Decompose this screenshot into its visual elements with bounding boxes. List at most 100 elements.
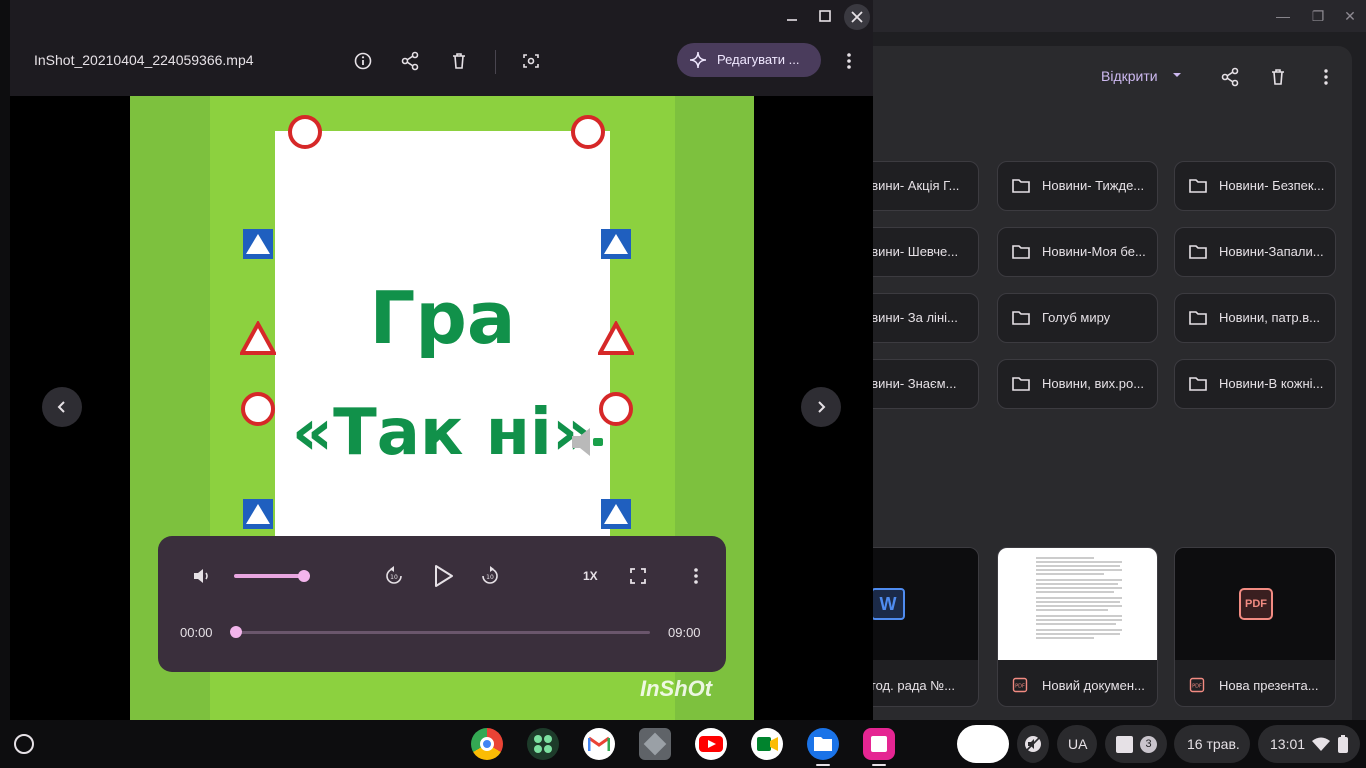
- restore-icon[interactable]: ❐: [1308, 6, 1328, 26]
- maximize-icon[interactable]: [817, 8, 833, 24]
- notification-count: 3: [1140, 736, 1157, 753]
- inshot-watermark: InShOt: [640, 676, 713, 701]
- play-store-icon[interactable]: [527, 728, 559, 760]
- file-thumbnail: [998, 548, 1157, 660]
- seek-bar-track[interactable]: [236, 631, 650, 634]
- folder-tile[interactable]: овини- Акція Г...: [863, 161, 979, 211]
- more-vert-icon[interactable]: [838, 50, 860, 72]
- clock: 13:01: [1270, 736, 1306, 752]
- pdf-file-icon: PDF: [1189, 677, 1205, 693]
- folder-tile[interactable]: овини- Знаєм...: [863, 359, 979, 409]
- meet-icon[interactable]: [751, 728, 783, 760]
- header-divider: [495, 50, 496, 74]
- folder-label: Новини- Тижде...: [1042, 178, 1145, 193]
- folder-label: Новини, вих.ро...: [1042, 376, 1145, 391]
- document-preview-icon: [1036, 557, 1122, 639]
- svg-text:10: 10: [390, 574, 398, 581]
- crosswalk-sign-icon: [601, 229, 631, 259]
- pdf-file-icon: PDF: [1012, 677, 1028, 693]
- folder-label: Новини, патр.в...: [1219, 310, 1320, 325]
- road-sign-icon: [288, 115, 322, 149]
- muted-speaker-icon: [572, 428, 603, 456]
- file-card[interactable]: PDF PDF Нова презента...: [1174, 547, 1336, 707]
- mute-status-button[interactable]: [1017, 725, 1049, 763]
- file-label: етод. рада №...: [863, 678, 956, 693]
- playback-speed-button[interactable]: 1X: [583, 569, 598, 583]
- minimize-icon[interactable]: —: [1273, 6, 1293, 26]
- holding-space-button[interactable]: [957, 725, 1009, 763]
- status-area-button[interactable]: 13:01: [1258, 725, 1360, 763]
- chevron-down-icon[interactable]: [1172, 70, 1182, 80]
- minimize-icon[interactable]: [784, 8, 800, 24]
- folder-icon: [1189, 179, 1207, 193]
- fullscreen-icon[interactable]: [627, 565, 649, 587]
- chevron-right-icon: [818, 401, 826, 413]
- more-vert-icon[interactable]: [685, 565, 707, 587]
- svg-text:10: 10: [486, 574, 494, 581]
- volume-slider-handle[interactable]: [298, 570, 310, 582]
- file-card[interactable]: W етод. рада №...: [863, 547, 979, 707]
- file-label: Новий докумен...: [1042, 678, 1145, 693]
- folder-tile[interactable]: Новини-В кожні...: [1174, 359, 1336, 409]
- shelf: UA 3 16 трав. 13:01: [0, 720, 1366, 768]
- folder-tile[interactable]: овини- За ліні...: [863, 293, 979, 343]
- file-name: InShot_20210404_224059366.mp4: [34, 52, 254, 68]
- gmail-icon[interactable]: [583, 728, 615, 760]
- close-icon[interactable]: ✕: [1340, 6, 1360, 26]
- running-indicator: [872, 764, 886, 766]
- open-with-button[interactable]: Відкрити: [1101, 68, 1158, 84]
- share-icon[interactable]: [399, 50, 421, 72]
- file-card[interactable]: PDF Новий докумен...: [997, 547, 1158, 707]
- next-button[interactable]: [801, 387, 841, 427]
- input-method-button[interactable]: UA: [1057, 725, 1097, 763]
- warning-sign-icon: [598, 321, 634, 355]
- notification-button[interactable]: 3: [1105, 725, 1167, 763]
- folder-icon: [1012, 311, 1030, 325]
- youtube-icon[interactable]: [695, 728, 727, 760]
- info-icon[interactable]: [352, 50, 374, 72]
- files-icon[interactable]: [807, 728, 839, 760]
- folder-icon: [1012, 377, 1030, 391]
- share-icon[interactable]: [1220, 67, 1240, 87]
- crosswalk-sign-icon: [243, 499, 273, 529]
- launcher-button[interactable]: [14, 734, 34, 754]
- folder-label: Новини-Моя бе...: [1042, 244, 1146, 259]
- edit-button[interactable]: Редагувати ...: [677, 43, 821, 77]
- crosswalk-sign-icon: [601, 499, 631, 529]
- folder-tile[interactable]: Новини- Безпек...: [1174, 161, 1336, 211]
- player-titlebar: [10, 0, 873, 32]
- rewind-10-icon[interactable]: 10: [383, 565, 405, 587]
- delete-icon[interactable]: [448, 50, 470, 72]
- folder-tile[interactable]: Голуб миру: [997, 293, 1158, 343]
- playback-controls: 10 10 1X 00:00 09:00: [158, 536, 726, 672]
- volume-slider-track[interactable]: [234, 574, 304, 578]
- delete-icon[interactable]: [1268, 67, 1288, 87]
- wifi-icon: [1312, 737, 1330, 751]
- more-vert-icon[interactable]: [1316, 67, 1336, 87]
- seek-bar-handle[interactable]: [230, 626, 242, 638]
- folder-tile[interactable]: Новини-Запали...: [1174, 227, 1336, 277]
- folder-label: Новини- Безпек...: [1219, 178, 1325, 193]
- folder-tile[interactable]: Новини, патр.в...: [1174, 293, 1336, 343]
- jamboard-icon[interactable]: [863, 728, 895, 760]
- total-time: 09:00: [668, 625, 701, 640]
- folder-tile[interactable]: Новини- Тижде...: [997, 161, 1158, 211]
- play-icon[interactable]: [430, 563, 456, 589]
- app-icon[interactable]: [639, 728, 671, 760]
- lens-icon[interactable]: [520, 50, 542, 72]
- volume-icon[interactable]: [191, 565, 213, 587]
- folder-icon: [1189, 377, 1207, 391]
- folder-tile[interactable]: Новини, вих.ро...: [997, 359, 1158, 409]
- folder-tile[interactable]: Новини-Моя бе...: [997, 227, 1158, 277]
- date-button[interactable]: 16 трав.: [1174, 725, 1250, 763]
- file-thumbnail: PDF: [1175, 548, 1335, 660]
- folder-label: овини- За ліні...: [864, 310, 958, 325]
- svg-text:PDF: PDF: [1192, 684, 1202, 690]
- folder-icon: [1012, 179, 1030, 193]
- close-button[interactable]: [844, 4, 870, 30]
- previous-button[interactable]: [42, 387, 82, 427]
- screen-capture-thumbnail: [1116, 736, 1133, 753]
- folder-tile[interactable]: овини- Шевче...: [863, 227, 979, 277]
- chrome-icon[interactable]: [471, 728, 503, 760]
- forward-10-icon[interactable]: 10: [479, 565, 501, 587]
